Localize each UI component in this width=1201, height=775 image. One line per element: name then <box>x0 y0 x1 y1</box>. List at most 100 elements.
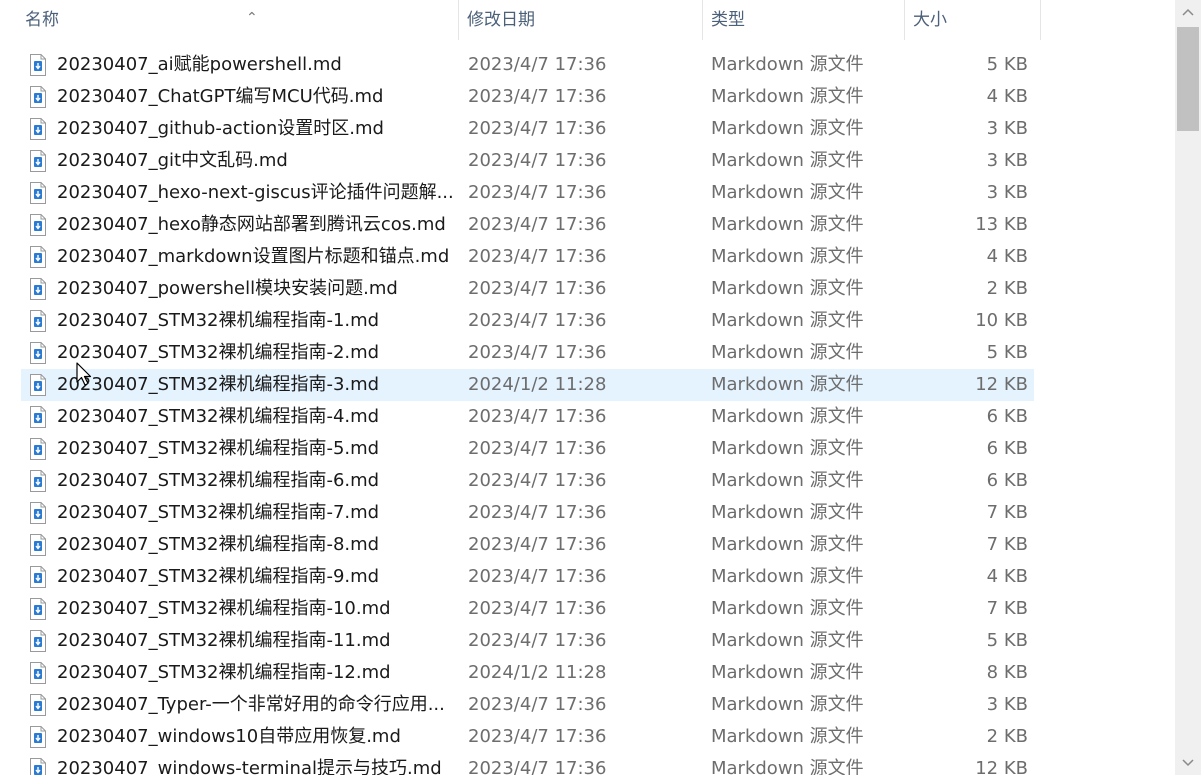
column-header-date[interactable]: 修改日期 <box>459 0 703 40</box>
file-name: 20230407_windows-terminal提示与技巧.md <box>57 758 442 775</box>
file-type: Markdown 源文件 <box>711 374 864 395</box>
file-row[interactable]: 20230407_ai赋能powershell.md 2023/4/7 17:36… <box>0 49 1175 81</box>
file-name: 20230407_git中文乱码.md <box>57 150 288 171</box>
file-row[interactable]: 20230407_STM32裸机编程指南-2.md 2023/4/7 17:36 M… <box>0 337 1175 369</box>
file-row[interactable]: 20230407_Typer-一个非常好用的命令行应用... 2023/4/7 1… <box>0 689 1175 721</box>
column-header-name[interactable]: 名称 ⌃ <box>17 0 459 40</box>
scroll-down-arrow-icon[interactable] <box>1175 749 1201 775</box>
markdown-file-icon <box>30 86 46 108</box>
file-type: Markdown 源文件 <box>711 214 864 235</box>
file-row[interactable]: 20230407_github-action设置时区.md 2023/4/7 17… <box>0 113 1175 145</box>
file-modified-date: 2023/4/7 17:36 <box>468 438 607 459</box>
file-row[interactable]: 20230407_STM32裸机编程指南-7.md 2023/4/7 17:36 M… <box>0 497 1175 529</box>
file-type: Markdown 源文件 <box>711 118 864 139</box>
file-row[interactable]: 20230407_markdown设置图片标题和锚点.md 2023/4/7 17… <box>0 241 1175 273</box>
file-type: Markdown 源文件 <box>711 630 864 651</box>
file-modified-date: 2023/4/7 17:36 <box>468 342 607 363</box>
file-modified-date: 2023/4/7 17:36 <box>468 86 607 107</box>
file-modified-date: 2023/4/7 17:36 <box>468 598 607 619</box>
file-modified-date: 2023/4/7 17:36 <box>468 310 607 331</box>
file-name: 20230407_STM32裸机编程指南-5.md <box>57 438 380 459</box>
file-row[interactable]: 20230407_STM32裸机编程指南-3.md 2024/1/2 11:28 M… <box>0 369 1175 401</box>
file-name: 20230407_STM32裸机编程指南-12.md <box>57 662 391 683</box>
file-name: 20230407_STM32裸机编程指南-2.md <box>57 342 380 363</box>
file-row[interactable]: 20230407_hexo静态网站部署到腾讯云cos.md 2023/4/7 17… <box>0 209 1175 241</box>
file-name: 20230407_powershell模块安装问题.md <box>57 278 398 299</box>
file-type: Markdown 源文件 <box>711 470 864 491</box>
file-row[interactable]: 20230407_STM32裸机编程指南-6.md 2023/4/7 17:36 M… <box>0 465 1175 497</box>
file-type: Markdown 源文件 <box>711 758 864 775</box>
file-row[interactable]: 20230407_STM32裸机编程指南-4.md 2023/4/7 17:36 M… <box>0 401 1175 433</box>
file-modified-date: 2023/4/7 17:36 <box>468 118 607 139</box>
file-type: Markdown 源文件 <box>711 246 864 267</box>
file-name: 20230407_STM32裸机编程指南-7.md <box>57 502 380 523</box>
file-list: 20230407_ai赋能powershell.md 2023/4/7 17:36… <box>0 49 1175 775</box>
file-size: 5 KB <box>986 54 1028 75</box>
file-row[interactable]: 20230407_STM32裸机编程指南-10.md 2023/4/7 17:36… <box>0 593 1175 625</box>
file-name: 20230407_ChatGPT编写MCU代码.md <box>57 86 384 107</box>
markdown-file-icon <box>30 374 46 396</box>
markdown-file-icon <box>30 54 46 76</box>
file-modified-date: 2023/4/7 17:36 <box>468 278 607 299</box>
file-row[interactable]: 20230407_ChatGPT编写MCU代码.md 2023/4/7 17:36… <box>0 81 1175 113</box>
file-size: 7 KB <box>986 534 1028 555</box>
file-name: 20230407_STM32裸机编程指南-9.md <box>57 566 380 587</box>
column-header-size[interactable]: 大小 <box>905 0 1041 40</box>
markdown-file-icon <box>30 438 46 460</box>
file-size: 6 KB <box>986 406 1028 427</box>
markdown-file-icon <box>30 502 46 524</box>
markdown-file-icon <box>30 214 46 236</box>
file-type: Markdown 源文件 <box>711 86 864 107</box>
file-modified-date: 2023/4/7 17:36 <box>468 470 607 491</box>
file-row[interactable]: 20230407_STM32裸机编程指南-9.md 2023/4/7 17:36 M… <box>0 561 1175 593</box>
file-type: Markdown 源文件 <box>711 150 864 171</box>
file-type: Markdown 源文件 <box>711 566 864 587</box>
file-row[interactable]: 20230407_hexo-next-giscus评论插件问题解... 2023/… <box>0 177 1175 209</box>
column-header-size-label: 大小 <box>913 10 947 30</box>
file-size: 2 KB <box>986 726 1028 747</box>
file-modified-date: 2023/4/7 17:36 <box>468 214 607 235</box>
file-row[interactable]: 20230407_STM32裸机编程指南-1.md 2023/4/7 17:36 M… <box>0 305 1175 337</box>
file-row[interactable]: 20230407_git中文乱码.md 2023/4/7 17:36 Markdow… <box>0 145 1175 177</box>
file-type: Markdown 源文件 <box>711 534 864 555</box>
file-size: 4 KB <box>986 246 1028 267</box>
file-row[interactable]: 20230407_windows-terminal提示与技巧.md 2023/4/… <box>0 753 1175 775</box>
file-row[interactable]: 20230407_STM32裸机编程指南-12.md 2024/1/2 11:28… <box>0 657 1175 689</box>
column-header-name-label: 名称 <box>25 10 59 30</box>
file-name: 20230407_Typer-一个非常好用的命令行应用... <box>57 694 445 715</box>
file-type: Markdown 源文件 <box>711 662 864 683</box>
file-type: Markdown 源文件 <box>711 598 864 619</box>
file-row[interactable]: 20230407_STM32裸机编程指南-11.md 2023/4/7 17:36… <box>0 625 1175 657</box>
file-modified-date: 2023/4/7 17:36 <box>468 246 607 267</box>
file-row[interactable]: 20230407_windows10自带应用恢复.md 2023/4/7 17:3… <box>0 721 1175 753</box>
file-row[interactable]: 20230407_STM32裸机编程指南-5.md 2023/4/7 17:36 M… <box>0 433 1175 465</box>
file-size: 3 KB <box>986 182 1028 203</box>
file-type: Markdown 源文件 <box>711 502 864 523</box>
markdown-file-icon <box>30 662 46 684</box>
scrollbar-thumb[interactable] <box>1177 27 1199 131</box>
file-name: 20230407_windows10自带应用恢复.md <box>57 726 401 747</box>
column-header-type-label: 类型 <box>711 10 745 30</box>
file-row[interactable]: 20230407_STM32裸机编程指南-8.md 2023/4/7 17:36 M… <box>0 529 1175 561</box>
markdown-file-icon <box>30 246 46 268</box>
file-size: 13 KB <box>975 214 1028 235</box>
file-size: 10 KB <box>975 310 1028 331</box>
file-row[interactable]: 20230407_powershell模块安装问题.md 2023/4/7 17:… <box>0 273 1175 305</box>
file-modified-date: 2023/4/7 17:36 <box>468 182 607 203</box>
file-modified-date: 2023/4/7 17:36 <box>468 694 607 715</box>
file-modified-date: 2024/1/2 11:28 <box>468 374 607 395</box>
file-modified-date: 2023/4/7 17:36 <box>468 726 607 747</box>
vertical-scrollbar[interactable] <box>1175 0 1201 775</box>
file-name: 20230407_STM32裸机编程指南-1.md <box>57 310 380 331</box>
scroll-up-arrow-icon[interactable] <box>1175 0 1201 26</box>
markdown-file-icon <box>30 726 46 748</box>
file-name: 20230407_ai赋能powershell.md <box>57 54 342 75</box>
file-size: 5 KB <box>986 630 1028 651</box>
file-size: 7 KB <box>986 598 1028 619</box>
markdown-file-icon <box>30 566 46 588</box>
column-header-type[interactable]: 类型 <box>703 0 905 40</box>
file-size: 6 KB <box>986 438 1028 459</box>
mouse-cursor-icon <box>76 362 92 386</box>
file-name: 20230407_STM32裸机编程指南-10.md <box>57 598 391 619</box>
file-explorer-window: 名称 ⌃ 修改日期 类型 大小 20230407_ai赋能powershell.… <box>0 0 1201 775</box>
